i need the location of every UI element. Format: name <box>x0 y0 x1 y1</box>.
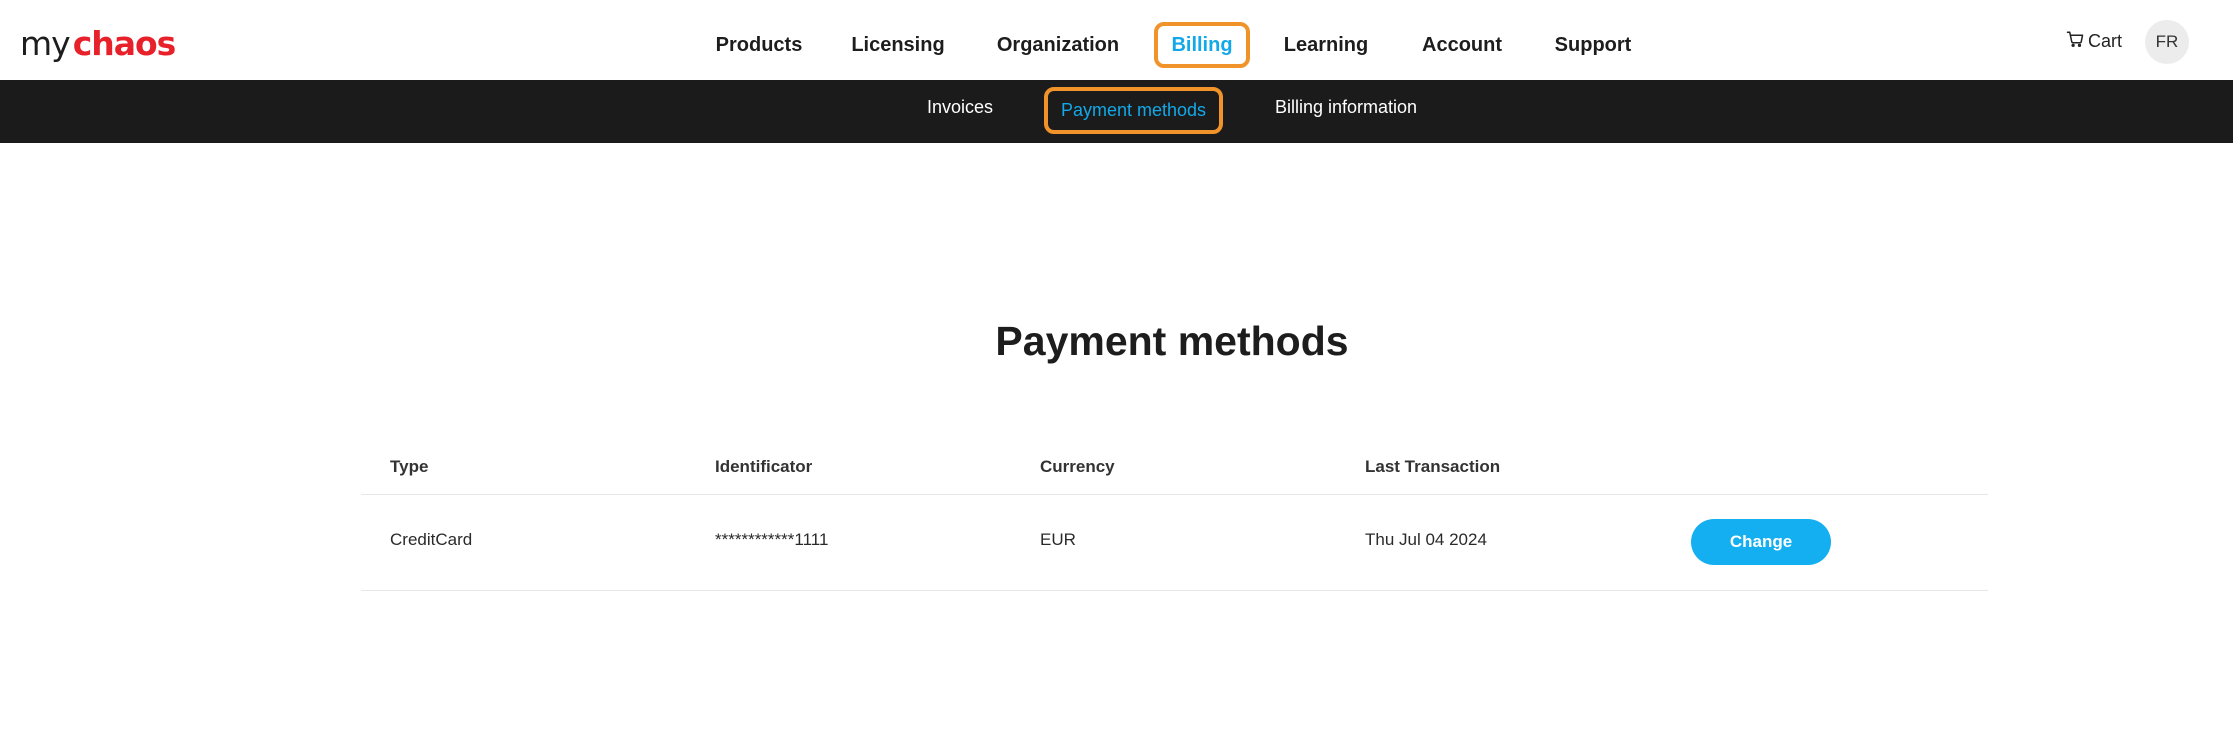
nav-products[interactable]: Products <box>705 22 813 68</box>
nav-licensing[interactable]: Licensing <box>846 22 950 68</box>
user-avatar[interactable]: FR <box>2145 20 2189 64</box>
nav-support[interactable]: Support <box>1549 22 1637 68</box>
main-nav: Products Licensing Organization Billing … <box>0 0 2233 80</box>
cell-identificator: ************1111 <box>715 530 829 549</box>
subnav-payment-methods[interactable]: Payment methods <box>1044 87 1223 134</box>
subnav-billing-information[interactable]: Billing information <box>1268 87 1424 134</box>
column-header-identificator: Identificator <box>715 457 813 476</box>
nav-learning[interactable]: Learning <box>1278 22 1374 68</box>
page-title: Payment methods <box>995 318 1349 364</box>
cart-label: Cart <box>2088 30 2123 51</box>
column-header-currency: Currency <box>1040 457 1115 476</box>
billing-subnav: Invoices Payment methods Billing informa… <box>0 80 2233 143</box>
nav-account[interactable]: Account <box>1416 22 1508 68</box>
cart-icon <box>2066 30 2088 53</box>
column-header-type: Type <box>390 457 429 476</box>
cell-last-transaction: Thu Jul 04 2024 <box>1365 530 1487 549</box>
column-header-last-transaction: Last Transaction <box>1365 457 1501 476</box>
change-button[interactable]: Change <box>1691 519 1831 565</box>
top-header: my chaos Products Licensing Organization… <box>0 0 2233 80</box>
payment-methods-table: Type Identificator Currency Last Transac… <box>361 445 1988 591</box>
nav-organization[interactable]: Organization <box>990 22 1126 68</box>
nav-billing[interactable]: Billing <box>1154 22 1250 68</box>
cell-type: CreditCard <box>390 530 473 549</box>
table-header: Type Identificator Currency Last Transac… <box>361 445 1988 495</box>
cell-currency: EUR <box>1040 530 1076 549</box>
cart-link[interactable]: Cart <box>2066 26 2122 56</box>
table-row: CreditCard ************1111 EUR Thu Jul … <box>361 495 1988 591</box>
subnav-invoices[interactable]: Invoices <box>918 87 1002 134</box>
